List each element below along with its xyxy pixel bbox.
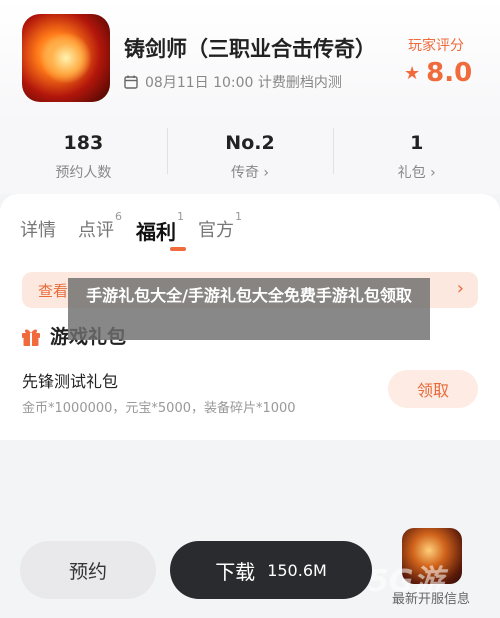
rating-score: ★ 8.0: [404, 58, 472, 88]
chevron-right-icon: ›: [456, 278, 464, 299]
tab-details[interactable]: 详情: [20, 210, 56, 245]
claim-button[interactable]: 领取: [388, 370, 478, 408]
game-title: 铸剑师（三职业合击传奇）: [124, 37, 376, 61]
status-text: 08月11日 10:00 计费删档内测: [145, 75, 342, 91]
tab-label: 官方: [198, 220, 234, 241]
game-header: 铸剑师（三职业合击传奇） 08月11日 10:00 计费删档内测 玩家评分 ★ …: [0, 0, 500, 120]
stat-label: 礼包 ›: [397, 165, 436, 181]
notice-text: 查看: [38, 282, 69, 300]
stat-gift-packs[interactable]: 1 礼包 ›: [333, 120, 500, 194]
stat-value: 1: [410, 132, 424, 154]
stat-rank[interactable]: No.2 传奇 ›: [166, 120, 334, 194]
reserve-button[interactable]: 预约: [20, 541, 156, 599]
server-news-label[interactable]: 最新开服信息: [392, 588, 470, 607]
download-label: 下载: [215, 559, 256, 584]
tab-reviews[interactable]: 点评 6: [78, 210, 122, 245]
gift-icon: [22, 329, 40, 346]
tab-badge: 1: [235, 210, 242, 223]
tab-label: 详情: [20, 220, 56, 241]
caption-text: 手游礼包大全/手游礼包大全免费手游礼包领取: [86, 286, 412, 305]
tab-badge: 1: [177, 210, 184, 223]
tab-welfare[interactable]: 福利 1: [136, 210, 184, 245]
tab-label: 点评: [78, 220, 114, 241]
stats-row: 183 预约人数 No.2 传奇 › 1 礼包 ›: [0, 120, 500, 194]
stat-reservations: 183 预约人数: [0, 120, 167, 194]
tab-label: 福利: [136, 220, 176, 244]
test-status: 08月11日 10:00 计费删档内测: [124, 72, 342, 92]
tab-official[interactable]: 官方 1: [198, 210, 242, 245]
stat-label: 传奇 ›: [230, 165, 270, 181]
game-icon[interactable]: [22, 14, 110, 102]
gift-pack-desc: 金币*1000000，元宝*5000，装备碎片*1000: [22, 401, 296, 416]
download-size: 150.6M: [267, 560, 327, 580]
gift-pack-name: 先锋测试礼包: [22, 372, 119, 391]
caption-overlay: 手游礼包大全/手游礼包大全免费手游礼包领取: [68, 278, 430, 340]
tab-badge: 6: [115, 210, 122, 223]
bottom-bar: 预约 下载 150.6M 5G游 最新开服信息: [0, 520, 500, 618]
rating-value: 8.0: [426, 58, 473, 88]
stat-value: No.2: [225, 132, 275, 154]
calendar-icon: [124, 75, 138, 89]
star-icon: ★: [404, 62, 421, 84]
stat-value: 183: [63, 132, 104, 154]
stat-label: 预约人数: [55, 165, 112, 181]
tab-bar: 详情 点评 6 福利 1 官方 1: [20, 210, 256, 245]
download-button[interactable]: 下载 150.6M: [170, 541, 372, 599]
active-tab-indicator: [170, 247, 186, 251]
rating-label: 玩家评分: [408, 38, 464, 54]
